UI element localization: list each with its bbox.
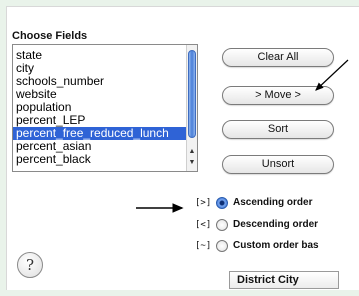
- arrow-to-move-button: [315, 59, 349, 91]
- annotation-arrows: [136, 59, 349, 213]
